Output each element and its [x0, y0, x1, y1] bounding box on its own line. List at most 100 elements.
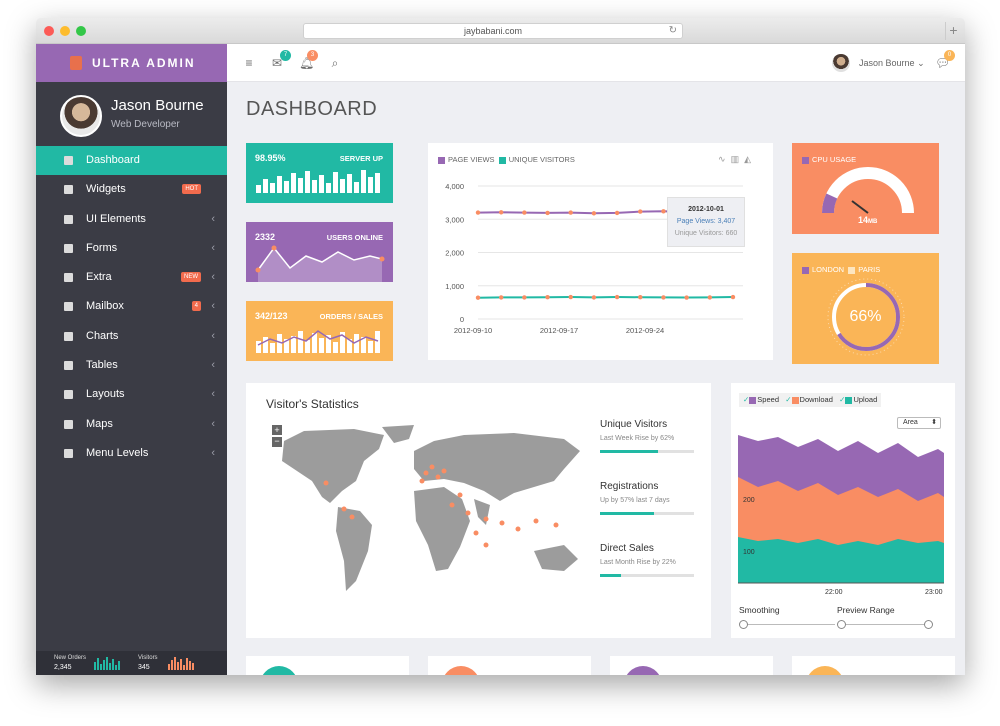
data-point	[638, 295, 643, 300]
registrations-title: Registrations	[600, 481, 659, 492]
preview-range-track[interactable]	[841, 624, 931, 625]
bottom-card-4-icon	[806, 666, 844, 675]
envelope-icon	[64, 302, 73, 312]
registrations-sub: Up by 57% last 7 days	[600, 497, 670, 504]
sidebar-item-label: Menu Levels	[86, 446, 149, 459]
bottom-card-2	[428, 656, 591, 675]
sidebar-item-label: Dashboard	[86, 154, 140, 166]
registrations-progress	[600, 512, 694, 515]
url-text: jaybabani.com	[463, 26, 523, 36]
maximize-window-button[interactable]	[76, 26, 86, 36]
sidebar-badge: 4	[191, 301, 201, 312]
cpu-value: 14MB	[858, 215, 877, 225]
legend-download[interactable]: Download	[800, 395, 833, 404]
search-icon[interactable]: ⌕	[329, 57, 341, 69]
data-point	[638, 209, 643, 214]
sidebar-item-ui-elements[interactable]: UI Elements ‹	[36, 205, 227, 234]
sidebar-badge: HOT	[182, 184, 201, 195]
table-icon	[64, 361, 73, 371]
sliders-icon	[64, 243, 73, 253]
legend-speed[interactable]: Speed	[757, 395, 779, 404]
chevron-left-icon: ‹	[211, 271, 215, 284]
smoothing-slider-handle[interactable]	[739, 620, 748, 629]
brand-name: ULTRA ADMIN	[92, 56, 196, 70]
smoothing-label: Smoothing	[739, 605, 780, 615]
sidebar-item-mailbox[interactable]: Mailbox 4 ‹	[36, 292, 227, 321]
minimize-window-button[interactable]	[60, 26, 70, 36]
data-point	[498, 210, 504, 215]
orders-sales-card: 342/123 ORDERS / SALES	[246, 301, 393, 361]
chevron-down-icon: ⌄	[917, 58, 925, 68]
chart-mode-select[interactable]: Area ⬍	[897, 417, 941, 429]
chevron-left-icon: ‹	[211, 300, 215, 313]
preview-range-handle-start[interactable]	[837, 620, 846, 629]
sidebar-item-tables[interactable]: Tables ‹	[36, 351, 227, 380]
sidebar-item-extra[interactable]: Extra NEW ‹	[36, 263, 227, 292]
sidebar-item-label: Charts	[86, 329, 119, 342]
cpu-value-unit: MB	[868, 219, 878, 225]
sidebar-item-forms[interactable]: Forms ‹	[36, 234, 227, 263]
legend-upload[interactable]: Upload	[853, 395, 877, 404]
traffic-chart-panel: PAGE VIEWS UNIQUE VISITORS ∿ ▥ ◭ 4,000 3,…	[428, 143, 773, 360]
sidebar-item-label: Forms	[86, 241, 118, 254]
preview-range-handle-end[interactable]	[924, 620, 933, 629]
sidebar-item-menu-levels[interactable]: Menu Levels ‹	[36, 439, 227, 468]
notification-count-badge: 3	[307, 50, 318, 61]
bottom-card-3	[610, 656, 773, 675]
world-map[interactable]	[264, 421, 584, 611]
data-point	[545, 210, 550, 216]
brand-logo-icon	[70, 56, 82, 70]
columns-icon	[64, 390, 73, 400]
close-window-button[interactable]	[44, 26, 54, 36]
widgets-icon	[64, 185, 73, 195]
sidebar-item-widgets[interactable]: Widgets HOT	[36, 175, 227, 204]
x-tick-label: 2012-09-17	[540, 326, 578, 335]
topbar-user-name[interactable]: Jason Bourne ⌄	[859, 58, 925, 69]
menu-toggle-icon[interactable]: ≡	[243, 57, 255, 69]
chevron-left-icon: ‹	[211, 417, 215, 430]
cpu-value-number: 14	[858, 215, 869, 225]
browser-window: jaybabani.com ↻ + ULTRA ADMIN Jason Bour…	[36, 18, 965, 675]
briefcase-icon	[64, 214, 73, 224]
city-ring-percent: 66%	[849, 308, 882, 325]
sidebar-profile: Jason Bourne Web Developer	[36, 82, 227, 146]
data-point	[614, 210, 620, 216]
orders-sales-combo	[256, 330, 380, 353]
network-xlabel-2200: 22:00	[825, 589, 843, 596]
brand-bar[interactable]: ULTRA ADMIN	[36, 44, 227, 82]
sidebar-item-dashboard[interactable]: Dashboard	[36, 146, 227, 176]
chevron-left-icon: ‹	[211, 388, 215, 401]
topbar-avatar[interactable]	[832, 54, 850, 72]
address-bar[interactable]: jaybabani.com ↻	[303, 23, 683, 39]
progress-fill	[600, 512, 654, 515]
y-tick-label: 4,000	[445, 182, 464, 191]
traffic-line-chart: 4,000 3,000 2,000 1,000 0 2012-09-10 2012-09-1…	[445, 182, 743, 335]
data-point	[684, 295, 689, 300]
unique-visitors-sub: Last Week Rise by 62%	[600, 435, 675, 442]
avatar[interactable]	[60, 95, 102, 137]
chevron-left-icon: ‹	[211, 212, 215, 225]
reload-icon[interactable]: ↻	[669, 24, 677, 38]
smoothing-slider-track[interactable]	[743, 624, 835, 625]
data-point	[568, 210, 573, 215]
chevron-left-icon: ‹	[211, 329, 215, 342]
new-tab-button[interactable]: +	[945, 22, 961, 40]
tooltip-date: 2012-10-01	[688, 206, 724, 213]
data-point	[545, 295, 550, 300]
folder-icon	[64, 448, 73, 458]
sidebar-item-label: Tables	[86, 359, 118, 372]
sidebar-item-layouts[interactable]: Layouts ‹	[36, 380, 227, 409]
y-tick-label: 0	[460, 315, 464, 324]
network-area-chart	[738, 435, 944, 584]
sidebar-item-charts[interactable]: Charts ‹	[36, 322, 227, 351]
chart-mode-value: Area	[903, 419, 918, 426]
direct-sales-title: Direct Sales	[600, 543, 654, 554]
sidebar-footer: New Orders 2,345 Visitors 345	[36, 651, 227, 675]
topbar-user-label: Jason Bourne	[859, 58, 915, 68]
top-bar: ≡ ✉ 7 🔔︎ 3 ⌕ Jason Bourne ⌄ 💬︎ 0	[227, 44, 965, 82]
bottom-card-1-icon	[260, 666, 298, 675]
select-arrows-icon: ⬍	[931, 419, 937, 426]
sidebar-item-maps[interactable]: Maps ‹	[36, 410, 227, 439]
data-point	[522, 210, 527, 215]
network-panel: ✓ Speed ✓ Download ✓ Upload Area ⬍ 200 100 2…	[731, 383, 955, 638]
